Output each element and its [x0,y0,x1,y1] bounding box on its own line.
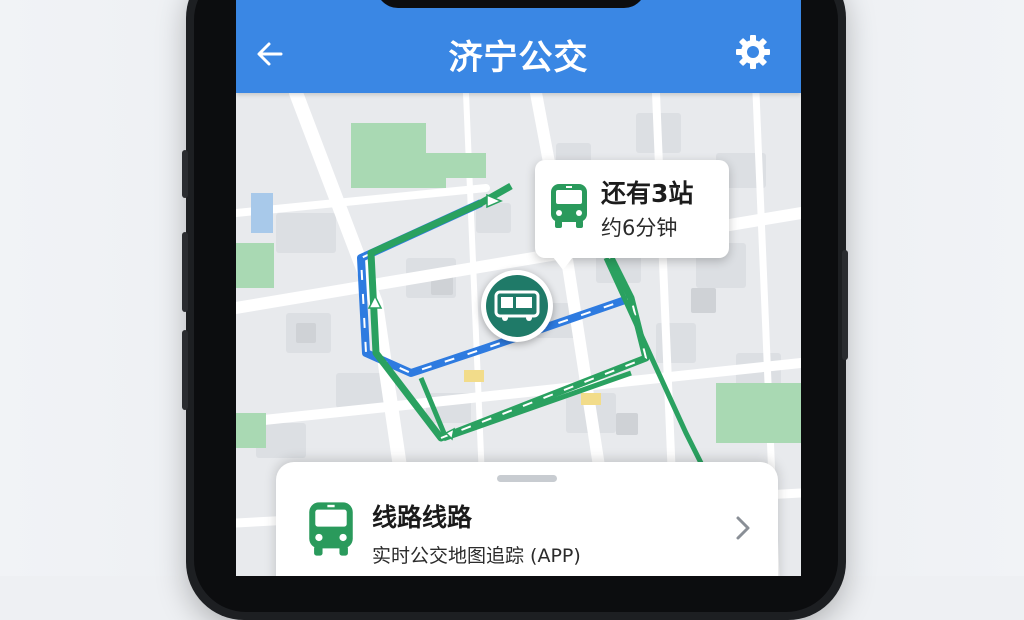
arrival-callout[interactable]: 还有3站 约6分钟 [535,160,729,270]
bus-icon [549,182,589,234]
settings-button[interactable] [731,30,775,74]
callout-pointer [553,257,573,270]
phone-screen: 济宁公交 还有3站 约6分钟 线路线路 实时公交地图追踪 (APP) [236,0,801,576]
app-title: 济宁公交 [448,38,589,78]
route-title: 线路线路 [372,503,473,532]
phone-side-button-left-3 [182,330,188,410]
route-bottom-sheet[interactable]: 线路线路 实时公交地图追踪 (APP) [276,462,778,576]
phone-notch [376,0,646,8]
sheet-drag-handle[interactable] [497,475,557,482]
bus-icon [306,500,356,562]
app-header: 济宁公交 [236,0,801,93]
gear-icon [736,35,770,69]
bus-icon [494,290,540,321]
bus-location-marker[interactable] [481,270,553,342]
chevron-right-icon[interactable] [734,514,752,546]
route-subtitle: 实时公交地图追踪 (APP) [372,545,581,567]
phone-side-button-left-2 [182,232,188,312]
phone-side-button-right [842,250,848,360]
callout-eta: 约6分钟 [601,216,678,240]
phone-side-button-left-1 [182,150,188,198]
callout-stops-remaining: 还有3站 [601,179,694,208]
